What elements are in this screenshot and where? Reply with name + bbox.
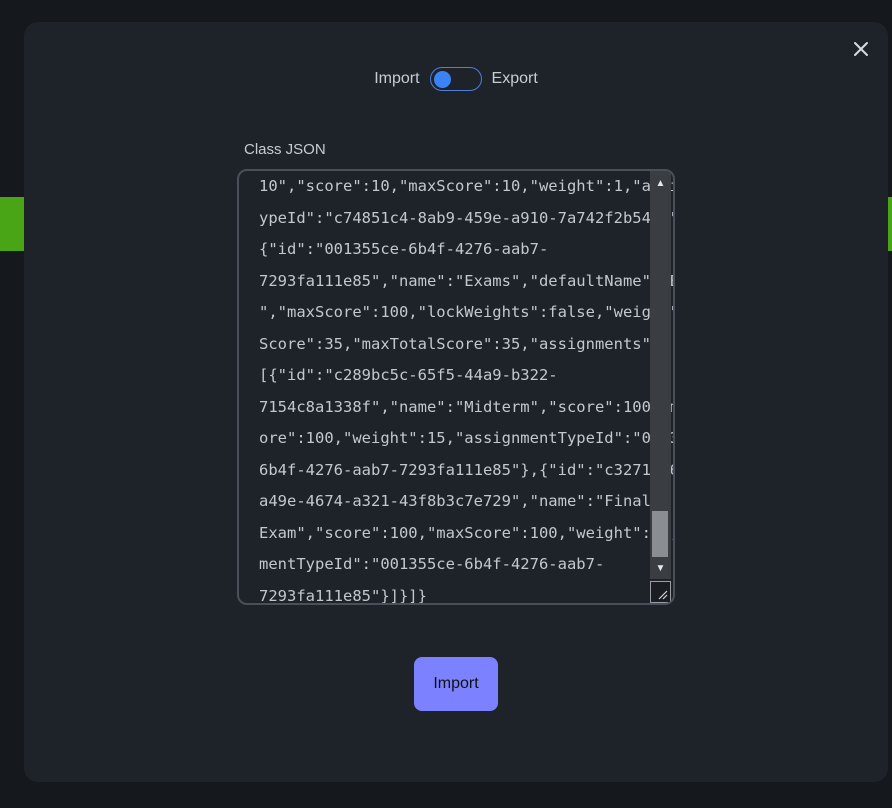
scroll-down-button[interactable]: ▼	[650, 559, 671, 577]
vertical-scrollbar[interactable]: ▲ ▼	[650, 171, 671, 579]
background-accent-left	[0, 197, 24, 251]
close-button[interactable]	[850, 38, 872, 60]
switch-knob	[433, 70, 451, 88]
scroll-up-button[interactable]: ▲	[650, 174, 671, 192]
class-json-label: Class JSON	[244, 141, 326, 158]
close-icon	[854, 42, 868, 56]
class-json-content[interactable]: 10","score":10,"maxScore":10,"weight":1,…	[259, 171, 673, 603]
scrollbar-thumb[interactable]	[652, 511, 668, 557]
import-export-switch[interactable]	[429, 67, 482, 91]
class-json-textarea[interactable]: 10","score":10,"maxScore":10,"weight":1,…	[237, 169, 675, 605]
arrow-up-icon: ▲	[655, 177, 666, 189]
toggle-label-import: Import	[374, 70, 420, 87]
import-export-modal: Import Export Class JSON 10","score":10,…	[24, 22, 888, 782]
resize-handle[interactable]	[650, 581, 671, 603]
toggle-label-export: Export	[491, 70, 538, 87]
arrow-down-icon: ▼	[655, 562, 666, 574]
import-button[interactable]: Import	[414, 657, 498, 711]
resize-grip-icon	[658, 590, 668, 600]
import-export-toggle-row: Import Export	[24, 67, 888, 91]
